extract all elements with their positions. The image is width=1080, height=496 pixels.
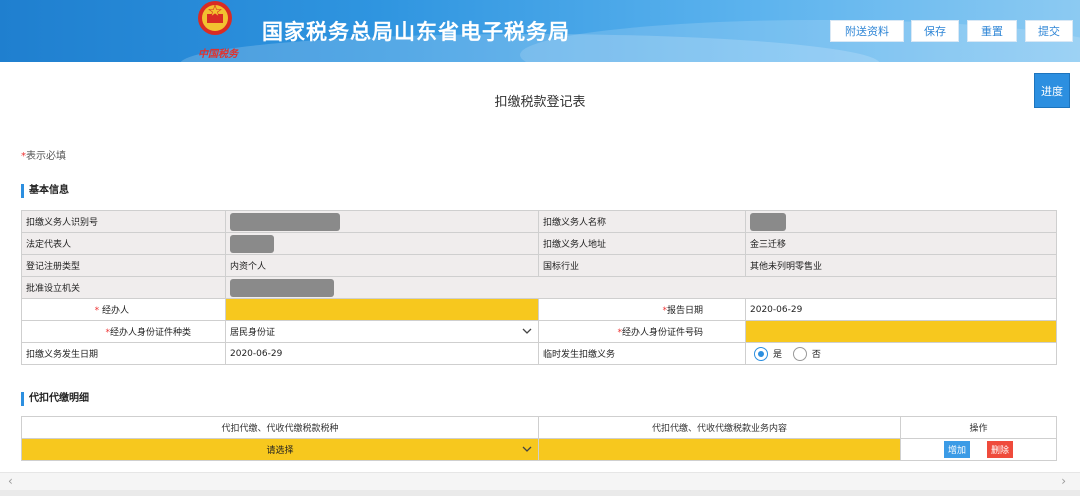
tax-emblem-icon xyxy=(198,1,232,35)
field-label: 扣缴义务人地址 xyxy=(538,232,746,255)
table-row: 登记注册类型 内资个人 国标行业 其他未列明零售业 xyxy=(21,254,1057,277)
page-title: 扣缴税款登记表 xyxy=(494,95,586,110)
chevron-down-icon xyxy=(522,446,532,452)
save-button[interactable]: 保存 xyxy=(911,20,959,42)
section-basic-info: 基本信息 xyxy=(21,184,69,198)
attach-docs-button[interactable]: 附送资料 xyxy=(830,20,904,42)
agent-input[interactable] xyxy=(225,298,539,321)
detail-table: 代扣代缴、代收代缴税款税种 代扣代缴、代收代缴税款业务内容 操作 请选择 增加 … xyxy=(21,416,1057,461)
temp-no-radio[interactable] xyxy=(792,346,807,361)
redacted-block xyxy=(230,278,334,297)
temp-no-label: 否 xyxy=(811,350,821,360)
delete-row-button[interactable]: 删除 xyxy=(986,441,1013,458)
table-header-row: 代扣代缴、代收代缴税款税种 代扣代缴、代收代缴税款业务内容 操作 xyxy=(21,416,1057,439)
required-note-text: 表示必填 xyxy=(26,151,66,162)
scroll-right-icon[interactable]: › xyxy=(1061,474,1066,488)
agent-label: 经办人 xyxy=(101,306,129,316)
withholder-id-value xyxy=(225,210,539,233)
redacted-block xyxy=(750,212,786,231)
temp-yes-radio[interactable] xyxy=(754,346,768,361)
field-label: 临时发生扣缴义务 xyxy=(538,342,746,365)
field-label: *经办人身份证件种类 xyxy=(21,320,226,343)
redacted-block xyxy=(230,234,274,253)
tax-type-placeholder: 请选择 xyxy=(266,446,294,456)
temp-obligation-radio-group: 是 否 xyxy=(745,342,1057,365)
legal-rep-value xyxy=(225,232,539,255)
report-date-label: 报告日期 xyxy=(666,306,703,316)
chevron-down-icon xyxy=(522,328,532,334)
site-title: 国家税务总局山东省电子税务局 xyxy=(262,20,570,44)
approval-authority-value xyxy=(225,276,1057,299)
id-type-select[interactable]: 居民身份证 xyxy=(225,320,539,343)
id-type-label: 经办人身份证件种类 xyxy=(109,328,191,338)
table-row: 扣缴义务发生日期 2020-06-29 临时发生扣缴义务 是 否 xyxy=(21,342,1057,365)
id-type-value: 居民身份证 xyxy=(230,328,276,338)
field-label: *经办人身份证件号码 xyxy=(538,320,746,343)
bottom-edge xyxy=(0,490,1080,496)
field-label: 国标行业 xyxy=(538,254,746,277)
column-header: 代扣代缴、代收代缴税款业务内容 xyxy=(538,416,901,439)
field-label: * 经办人 xyxy=(21,298,226,321)
field-label: *报告日期 xyxy=(538,298,746,321)
redacted-block xyxy=(230,212,340,231)
section-detail: 代扣代缴明细 xyxy=(21,392,89,406)
scroll-left-icon[interactable]: ‹ xyxy=(8,474,13,488)
tax-type-select[interactable]: 请选择 xyxy=(21,438,539,461)
emblem-subtitle: 中国税务 xyxy=(198,49,238,60)
obligation-date-input[interactable]: 2020-06-29 xyxy=(225,342,539,365)
id-number-label: 经办人身份证件号码 xyxy=(621,328,703,338)
column-header: 代扣代缴、代收代缴税款税种 xyxy=(21,416,539,439)
column-header: 操作 xyxy=(900,416,1057,439)
registration-type-value: 内资个人 xyxy=(225,254,539,277)
operation-cell: 增加 删除 xyxy=(900,438,1057,461)
table-row: * 经办人 *报告日期 2020-06-29 xyxy=(21,298,1057,321)
top-banner: 中国税务 国家税务总局山东省电子税务局 附送资料 保存 重置 提交 xyxy=(0,0,1080,62)
required-note: *表示必填 xyxy=(21,147,66,162)
table-row: *经办人身份证件种类 居民身份证 *经办人身份证件号码 xyxy=(21,320,1057,343)
reset-button[interactable]: 重置 xyxy=(967,20,1017,42)
withholder-name-value xyxy=(745,210,1057,233)
table-row: 法定代表人 扣缴义务人地址 金三迁移 xyxy=(21,232,1057,255)
business-content-input[interactable] xyxy=(538,438,901,461)
field-label: 法定代表人 xyxy=(21,232,226,255)
horizontal-scrollbar[interactable]: ‹ › xyxy=(0,472,1080,490)
id-number-input[interactable] xyxy=(745,320,1057,343)
table-row: 请选择 增加 删除 xyxy=(21,438,1057,461)
field-label: 批准设立机关 xyxy=(21,276,226,299)
industry-value: 其他未列明零售业 xyxy=(745,254,1057,277)
field-label: 扣缴义务人名称 xyxy=(538,210,746,233)
field-label: 登记注册类型 xyxy=(21,254,226,277)
basic-info-table: 扣缴义务人识别号 扣缴义务人名称 法定代表人 扣缴义务人地址 金三迁移 登记注册… xyxy=(21,210,1057,365)
field-label: 扣缴义务发生日期 xyxy=(21,342,226,365)
table-row: 扣缴义务人识别号 扣缴义务人名称 xyxy=(21,210,1057,233)
temp-yes-label: 是 xyxy=(773,350,783,360)
field-label: 扣缴义务人识别号 xyxy=(21,210,226,233)
add-row-button[interactable]: 增加 xyxy=(944,441,971,458)
table-row: 批准设立机关 xyxy=(21,276,1057,299)
withholder-address-value: 金三迁移 xyxy=(745,232,1057,255)
submit-button[interactable]: 提交 xyxy=(1025,20,1073,42)
report-date-input[interactable]: 2020-06-29 xyxy=(745,298,1057,321)
required-star: * xyxy=(94,306,100,316)
